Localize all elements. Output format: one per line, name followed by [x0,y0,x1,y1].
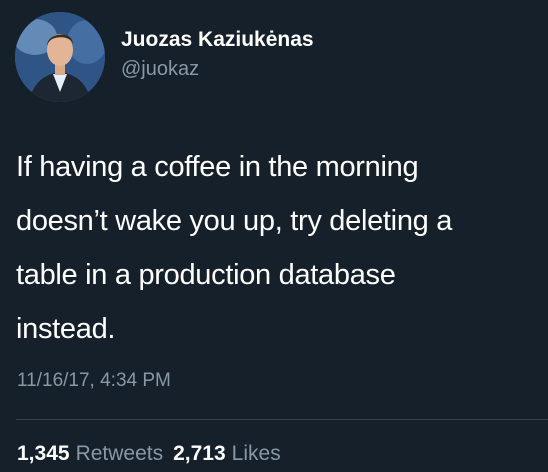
divider [16,419,548,420]
tweet-text: If having a coffee in the morning doesn’… [16,140,541,356]
likes-label[interactable]: Likes [232,442,281,465]
tweet-card: Juozas Kaziukėnas @juokaz If having a co… [0,0,548,472]
engagement-stats: 1,345 Retweets 2,713 Likes [17,442,291,466]
profile-photo-icon [15,12,105,102]
avatar[interactable] [15,12,105,102]
author-display-name[interactable]: Juozas Kaziukėnas [121,28,314,52]
retweets-label[interactable]: Retweets [76,442,164,465]
tweet-timestamp[interactable]: 11/16/17, 4:34 PM [17,370,171,392]
tweet-text-line: If having a coffee in the morning [16,151,419,183]
retweets-count[interactable]: 1,345 [17,442,70,465]
tweet-text-line: instead. [16,313,116,345]
tweet-text-line: table in a production database [16,259,396,291]
author-handle[interactable]: @juokaz [121,58,199,81]
tweet-text-line: doesn’t wake you up, try deleting a [16,205,453,237]
likes-count[interactable]: 2,713 [173,442,226,465]
